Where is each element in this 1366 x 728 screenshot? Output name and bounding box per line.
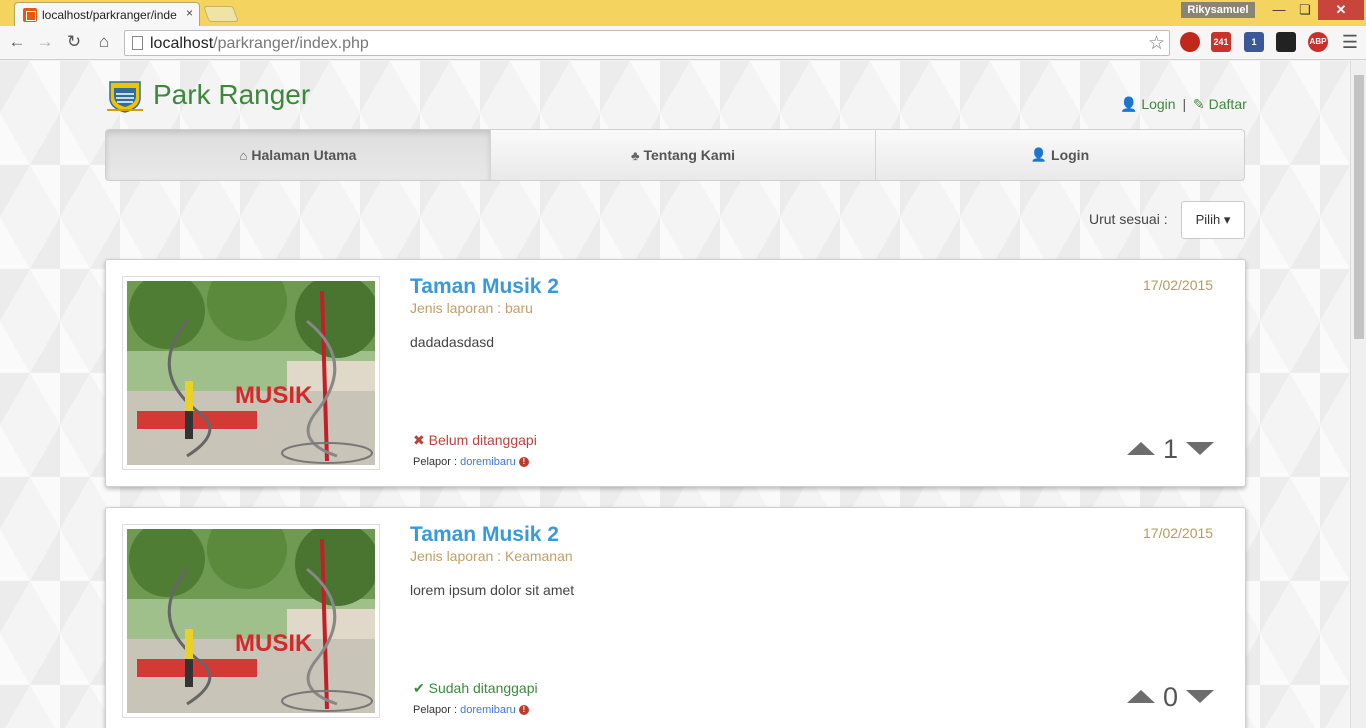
opera-icon[interactable] bbox=[1180, 32, 1200, 52]
login-link[interactable]: Login bbox=[1141, 96, 1175, 112]
xampp-favicon-icon bbox=[23, 8, 37, 22]
url-host: localhost bbox=[150, 35, 214, 52]
upvote-icon[interactable] bbox=[1127, 442, 1155, 455]
address-bar[interactable]: localhost/parkranger/index.php ☆ bbox=[124, 30, 1170, 56]
browser-toolbar: ← → ↻ ⌂ localhost/parkranger/index.php ☆… bbox=[0, 26, 1366, 60]
edit-icon: ✎ bbox=[1193, 96, 1205, 112]
bookmark-star-icon[interactable]: ☆ bbox=[1148, 32, 1165, 55]
report-status: ✖ Belum ditanggapi bbox=[413, 432, 537, 449]
home-icon[interactable]: ⌂ bbox=[93, 31, 115, 53]
tab-close-icon[interactable]: × bbox=[186, 6, 193, 20]
park-photo: MUSIK bbox=[127, 281, 375, 465]
city-logo-icon bbox=[107, 81, 143, 113]
maximize-icon[interactable]: ❏ bbox=[1292, 0, 1318, 20]
auth-links: 👤 Login | ✎ Daftar bbox=[1120, 96, 1247, 113]
report-title[interactable]: Taman Musik 2 bbox=[410, 275, 559, 299]
gmail-icon[interactable]: 241 bbox=[1211, 32, 1231, 52]
browser-menu-icon[interactable]: ☰ bbox=[1340, 32, 1360, 52]
nav-item-home[interactable]: ⌂ Halaman Utama bbox=[106, 130, 491, 180]
reporter-label: Pelapor : bbox=[413, 704, 458, 716]
park-photo: MUSIK bbox=[127, 529, 375, 713]
report-status: ✔ Sudah ditanggapi bbox=[413, 680, 538, 697]
register-link[interactable]: Daftar bbox=[1209, 96, 1247, 112]
tree-icon: ♣ bbox=[630, 147, 640, 163]
nav-item-about[interactable]: ♣ Tentang Kami bbox=[491, 130, 876, 180]
report-thumbnail[interactable]: MUSIK bbox=[122, 276, 380, 470]
report-description: dadadasdasd bbox=[410, 334, 495, 350]
page-icon bbox=[132, 36, 143, 50]
browser-tab[interactable]: localhost/parkranger/inde × bbox=[14, 2, 200, 26]
nav-item-label: Login bbox=[1051, 147, 1090, 163]
minimize-icon[interactable]: — bbox=[1266, 0, 1292, 20]
browser-titlebar: localhost/parkranger/inde × Rikysamuel —… bbox=[0, 0, 1366, 26]
vote-count: 0 bbox=[1163, 682, 1179, 712]
svg-text:MUSIK: MUSIK bbox=[235, 382, 313, 409]
reporter-link[interactable]: doremibaru bbox=[460, 704, 516, 716]
upvote-icon[interactable] bbox=[1127, 690, 1155, 703]
browser-user-name[interactable]: Rikysamuel bbox=[1181, 2, 1255, 18]
url-text[interactable]: localhost/parkranger/index.php bbox=[150, 35, 369, 53]
report-thumbnail[interactable]: MUSIK bbox=[122, 524, 380, 718]
user-icon: 👤 bbox=[1030, 147, 1048, 162]
status-label: Sudah ditanggapi bbox=[428, 680, 538, 696]
adblock-icon[interactable]: ABP bbox=[1308, 32, 1328, 52]
svg-text:MUSIK: MUSIK bbox=[235, 630, 313, 657]
report-reporter: Pelapor : doremibaru ! bbox=[413, 704, 529, 716]
tab-title: localhost/parkranger/inde bbox=[42, 8, 177, 22]
report-card: MUSIK Taman Musik 2 Jenis laporan : baru… bbox=[105, 259, 1246, 487]
warning-icon[interactable]: ! bbox=[518, 705, 529, 716]
facebook-icon[interactable]: 1 bbox=[1244, 32, 1264, 52]
reporter-link[interactable]: doremibaru bbox=[460, 456, 516, 468]
status-label: Belum ditanggapi bbox=[428, 432, 537, 448]
new-tab-button[interactable] bbox=[203, 6, 239, 22]
vote-count: 1 bbox=[1163, 434, 1179, 464]
sort-dropdown-button[interactable]: Pilih ▾ bbox=[1181, 201, 1245, 239]
nav-item-label: Tentang Kami bbox=[643, 147, 736, 163]
downvote-icon[interactable] bbox=[1186, 442, 1214, 455]
check-icon: ✔ bbox=[413, 680, 425, 696]
report-card: MUSIK Taman Musik 2 Jenis laporan : Keam… bbox=[105, 507, 1246, 728]
nav-item-login[interactable]: 👤 Login bbox=[876, 130, 1244, 180]
report-description: lorem ipsum dolor sit amet bbox=[410, 582, 575, 598]
forward-arrow-icon[interactable]: → bbox=[34, 31, 56, 53]
page-viewport: Park Ranger 👤 Login | ✎ Daftar ⌂ Halaman… bbox=[0, 61, 1350, 728]
report-date: 17/02/2015 bbox=[1143, 277, 1214, 293]
report-title[interactable]: Taman Musik 2 bbox=[410, 523, 559, 547]
link-separator: | bbox=[1182, 96, 1187, 112]
cross-icon: ✖ bbox=[413, 432, 425, 448]
reporter-label: Pelapor : bbox=[413, 456, 458, 468]
sort-button-label: Pilih bbox=[1195, 212, 1221, 227]
sort-label: Urut sesuai : bbox=[1089, 211, 1168, 227]
url-path: /parkranger/index.php bbox=[213, 35, 369, 52]
user-icon: 👤 bbox=[1120, 96, 1138, 112]
nav-item-label: Halaman Utama bbox=[251, 147, 357, 163]
caret-down-icon: ▾ bbox=[1223, 212, 1231, 227]
site-title[interactable]: Park Ranger bbox=[153, 79, 310, 111]
report-type: Jenis laporan : Keamanan bbox=[410, 548, 573, 564]
page-scrollbar[interactable] bbox=[1350, 61, 1366, 728]
main-navigation: ⌂ Halaman Utama ♣ Tentang Kami 👤 Login bbox=[105, 129, 1245, 181]
warning-icon[interactable]: ! bbox=[518, 457, 529, 468]
home-icon: ⌂ bbox=[239, 147, 248, 163]
report-reporter: Pelapor : doremibaru ! bbox=[413, 456, 529, 468]
scrollbar-thumb[interactable] bbox=[1354, 75, 1364, 339]
report-type: Jenis laporan : baru bbox=[410, 300, 533, 316]
downvote-icon[interactable] bbox=[1186, 690, 1214, 703]
close-window-icon[interactable]: ✕ bbox=[1318, 0, 1364, 20]
reload-icon[interactable]: ↻ bbox=[63, 31, 85, 53]
report-date: 17/02/2015 bbox=[1143, 525, 1214, 541]
back-arrow-icon[interactable]: ← bbox=[6, 31, 28, 53]
extension-icon[interactable] bbox=[1276, 32, 1296, 52]
